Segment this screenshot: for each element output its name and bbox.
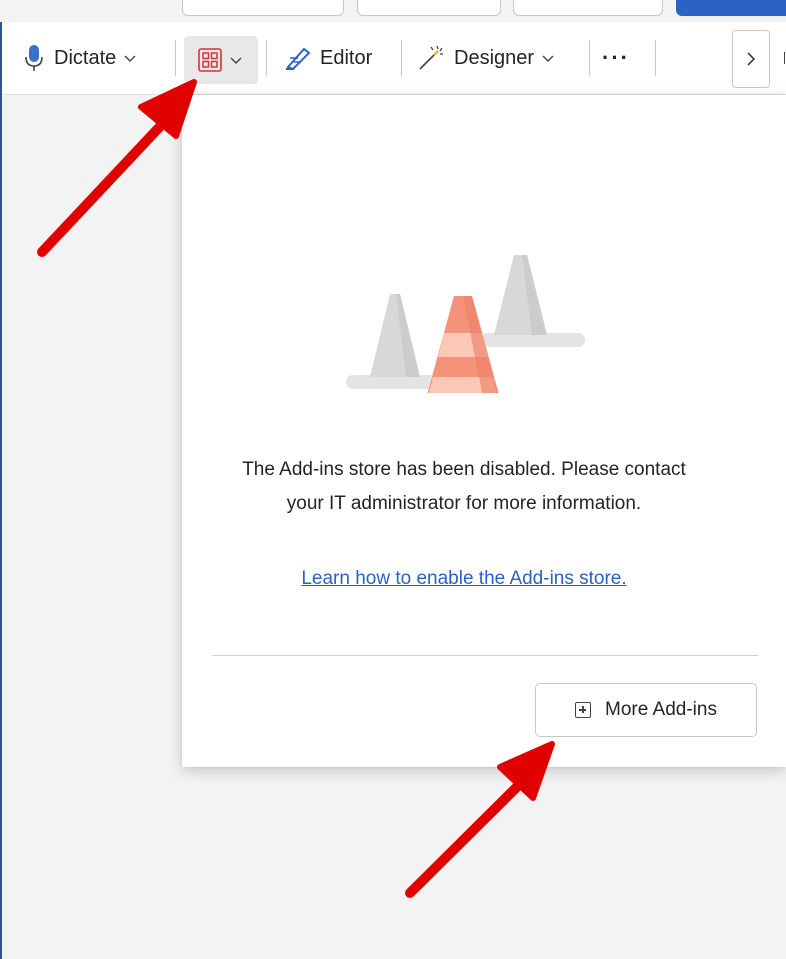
editor-button[interactable]: Editor xyxy=(284,22,372,94)
ribbon-divider xyxy=(655,40,656,76)
add-ins-grid-icon xyxy=(198,48,222,72)
editor-label: Editor xyxy=(320,46,373,69)
annotation-arrow-icon xyxy=(37,79,197,257)
dictate-label: Dictate xyxy=(54,46,117,69)
partial-primary-button[interactable] xyxy=(676,0,786,16)
designer-label: Designer xyxy=(454,46,535,69)
panel-divider xyxy=(212,655,758,656)
designer-button[interactable]: Designer xyxy=(416,22,556,94)
more-add-ins-label: More Add-ins xyxy=(605,699,717,720)
more-add-ins-button[interactable]: More Add-ins xyxy=(535,683,757,737)
clipped-ribbon-item xyxy=(778,52,785,64)
microphone-icon xyxy=(24,43,44,73)
add-box-icon xyxy=(575,702,592,718)
chevron-down-icon xyxy=(230,57,242,64)
chevron-right-icon xyxy=(747,52,756,66)
add-ins-popup-panel: The Add-ins store has been disabled. Ple… xyxy=(182,95,786,767)
more-options-label: ··· xyxy=(602,45,630,70)
designer-wand-icon xyxy=(416,43,446,73)
dictate-button[interactable]: Dictate xyxy=(24,22,138,94)
traffic-cones-illustration xyxy=(346,255,585,393)
add-ins-button[interactable] xyxy=(184,36,258,84)
editor-pen-icon xyxy=(284,45,312,71)
ribbon-divider xyxy=(266,40,267,76)
partial-top-button[interactable] xyxy=(357,0,501,16)
ribbon-divider xyxy=(401,40,402,76)
partial-top-button[interactable] xyxy=(513,0,663,16)
learn-enable-store-link[interactable]: Learn how to enable the Add-ins store. xyxy=(222,568,706,590)
ribbon-divider xyxy=(175,40,176,76)
ribbon-divider xyxy=(589,40,590,76)
top-button-strip xyxy=(0,0,786,22)
ribbon-scroll-right-button[interactable] xyxy=(732,30,770,88)
more-options-button[interactable]: ··· xyxy=(602,22,630,94)
chevron-down-icon xyxy=(124,55,136,62)
store-disabled-message: The Add-ins store has been disabled. Ple… xyxy=(242,459,686,514)
chevron-down-icon xyxy=(542,55,554,62)
window-border xyxy=(0,0,2,959)
partial-top-button[interactable] xyxy=(182,0,344,16)
ribbon-toolbar: Dictate Editor Designer ··· xyxy=(2,22,786,95)
